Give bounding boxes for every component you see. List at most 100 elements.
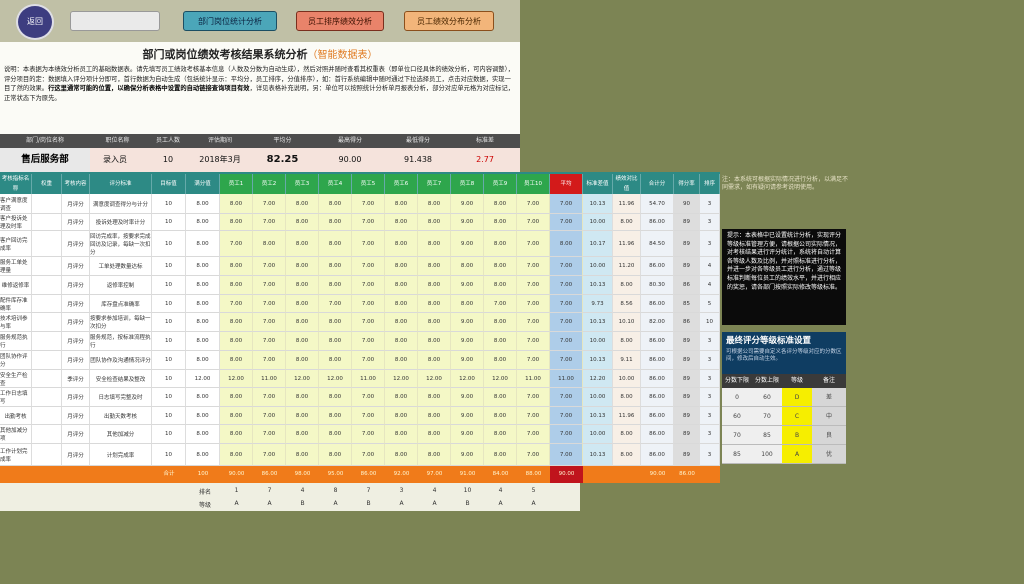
grade-cell[interactable]: 70 bbox=[722, 426, 752, 445]
grade-cell[interactable]: 85 bbox=[752, 426, 782, 445]
score-cell[interactable]: 8.00 bbox=[484, 351, 517, 370]
score-cell[interactable]: 7.00 bbox=[319, 295, 352, 313]
input-box[interactable] bbox=[70, 11, 160, 31]
score-cell[interactable]: 7.00 bbox=[550, 444, 583, 466]
score-cell[interactable]: 9.00 bbox=[451, 425, 484, 444]
cell-target[interactable]: 10 bbox=[152, 194, 186, 214]
score-cell[interactable]: 8.00 bbox=[484, 425, 517, 444]
score-cell[interactable]: 8.00 bbox=[286, 231, 319, 257]
score-cell[interactable]: 9.00 bbox=[451, 407, 484, 425]
score-cell[interactable]: 8.00 bbox=[418, 276, 451, 295]
score-cell[interactable]: 8.00 bbox=[418, 214, 451, 231]
cell-full[interactable]: 8.00 bbox=[186, 425, 220, 444]
score-cell[interactable]: 8.00 bbox=[286, 444, 319, 466]
score-cell[interactable]: 8.00 bbox=[220, 332, 253, 351]
score-cell[interactable]: 8.00 bbox=[451, 257, 484, 276]
score-cell[interactable]: 7.00 bbox=[517, 276, 550, 295]
score-cell[interactable]: 8.00 bbox=[319, 407, 352, 425]
grade-cell[interactable]: 60 bbox=[752, 388, 782, 407]
score-cell[interactable]: 7.00 bbox=[220, 231, 253, 257]
cell-full[interactable]: 8.00 bbox=[186, 295, 220, 313]
cell-full[interactable]: 8.00 bbox=[186, 194, 220, 214]
cell-target[interactable]: 10 bbox=[152, 276, 186, 295]
score-cell[interactable]: 8.00 bbox=[319, 276, 352, 295]
score-cell[interactable]: 8.00 bbox=[385, 194, 418, 214]
cell-full[interactable]: 8.00 bbox=[186, 231, 220, 257]
score-cell[interactable]: 9.00 bbox=[451, 214, 484, 231]
cell-target[interactable]: 10 bbox=[152, 295, 186, 313]
score-cell[interactable]: 7.00 bbox=[550, 407, 583, 425]
score-cell[interactable]: 7.00 bbox=[550, 313, 583, 332]
score-cell[interactable]: 7.00 bbox=[517, 257, 550, 276]
score-cell[interactable]: 8.00 bbox=[451, 295, 484, 313]
score-cell[interactable]: 7.00 bbox=[517, 444, 550, 466]
score-cell[interactable]: 8.00 bbox=[385, 425, 418, 444]
cell-full[interactable]: 8.00 bbox=[186, 214, 220, 231]
score-cell[interactable]: 8.00 bbox=[418, 388, 451, 407]
score-cell[interactable]: 7.00 bbox=[253, 276, 286, 295]
score-cell[interactable]: 8.00 bbox=[319, 351, 352, 370]
cell-target[interactable]: 10 bbox=[152, 351, 186, 370]
score-cell[interactable]: 7.00 bbox=[352, 425, 385, 444]
score-cell[interactable]: 8.00 bbox=[484, 313, 517, 332]
score-cell[interactable]: 8.00 bbox=[484, 194, 517, 214]
score-cell[interactable]: 12.00 bbox=[286, 370, 319, 388]
score-cell[interactable]: 8.00 bbox=[385, 407, 418, 425]
score-cell[interactable]: 7.00 bbox=[517, 425, 550, 444]
cell-full[interactable]: 8.00 bbox=[186, 351, 220, 370]
score-cell[interactable]: 7.00 bbox=[550, 194, 583, 214]
score-cell[interactable]: 8.00 bbox=[385, 214, 418, 231]
score-cell[interactable]: 7.00 bbox=[352, 231, 385, 257]
score-cell[interactable]: 7.00 bbox=[253, 257, 286, 276]
score-cell[interactable]: 8.00 bbox=[319, 194, 352, 214]
score-cell[interactable]: 8.00 bbox=[286, 276, 319, 295]
score-cell[interactable]: 9.00 bbox=[451, 444, 484, 466]
score-cell[interactable]: 8.00 bbox=[385, 231, 418, 257]
score-cell[interactable]: 8.00 bbox=[286, 388, 319, 407]
score-cell[interactable]: 8.00 bbox=[418, 313, 451, 332]
score-cell[interactable]: 7.00 bbox=[517, 351, 550, 370]
score-cell[interactable]: 8.00 bbox=[220, 313, 253, 332]
score-cell[interactable]: 7.00 bbox=[253, 407, 286, 425]
score-cell[interactable]: 11.00 bbox=[352, 370, 385, 388]
cell-target[interactable]: 10 bbox=[152, 313, 186, 332]
score-cell[interactable]: 7.00 bbox=[517, 332, 550, 351]
grade-cell[interactable]: 0 bbox=[722, 388, 752, 407]
score-cell[interactable]: 8.00 bbox=[418, 194, 451, 214]
score-cell[interactable]: 7.00 bbox=[352, 295, 385, 313]
score-cell[interactable]: 7.00 bbox=[517, 194, 550, 214]
score-cell[interactable]: 8.00 bbox=[385, 313, 418, 332]
score-cell[interactable]: 8.00 bbox=[286, 351, 319, 370]
score-cell[interactable]: 8.00 bbox=[220, 194, 253, 214]
grade-cell[interactable]: 60 bbox=[722, 407, 752, 426]
score-cell[interactable]: 8.00 bbox=[484, 257, 517, 276]
score-cell[interactable]: 7.00 bbox=[352, 214, 385, 231]
cell-target[interactable]: 10 bbox=[152, 444, 186, 466]
score-cell[interactable]: 8.00 bbox=[253, 231, 286, 257]
score-cell[interactable]: 8.00 bbox=[385, 276, 418, 295]
score-cell[interactable]: 7.00 bbox=[253, 194, 286, 214]
score-cell[interactable]: 8.00 bbox=[319, 214, 352, 231]
score-cell[interactable]: 11.00 bbox=[550, 370, 583, 388]
score-cell[interactable]: 7.00 bbox=[253, 425, 286, 444]
score-cell[interactable]: 8.00 bbox=[418, 231, 451, 257]
score-cell[interactable]: 8.00 bbox=[418, 425, 451, 444]
score-cell[interactable]: 7.00 bbox=[352, 276, 385, 295]
score-cell[interactable]: 7.00 bbox=[517, 407, 550, 425]
distribution-analysis-button[interactable]: 员工绩效分布分析 bbox=[404, 11, 494, 31]
score-cell[interactable]: 7.00 bbox=[517, 388, 550, 407]
score-cell[interactable]: 7.00 bbox=[253, 214, 286, 231]
cell-target[interactable]: 10 bbox=[152, 388, 186, 407]
dept-analysis-button[interactable]: 部门岗位统计分析 bbox=[183, 11, 277, 31]
score-cell[interactable]: 11.00 bbox=[517, 370, 550, 388]
score-cell[interactable]: 8.00 bbox=[484, 388, 517, 407]
score-cell[interactable]: 8.00 bbox=[220, 444, 253, 466]
score-cell[interactable]: 8.00 bbox=[418, 295, 451, 313]
cell-target[interactable]: 10 bbox=[152, 332, 186, 351]
cell-full[interactable]: 8.00 bbox=[186, 276, 220, 295]
cell-full[interactable]: 8.00 bbox=[186, 444, 220, 466]
score-cell[interactable]: 8.00 bbox=[418, 332, 451, 351]
position-field[interactable]: 录入员 bbox=[90, 148, 140, 172]
score-cell[interactable]: 7.00 bbox=[550, 257, 583, 276]
score-cell[interactable]: 8.00 bbox=[220, 276, 253, 295]
